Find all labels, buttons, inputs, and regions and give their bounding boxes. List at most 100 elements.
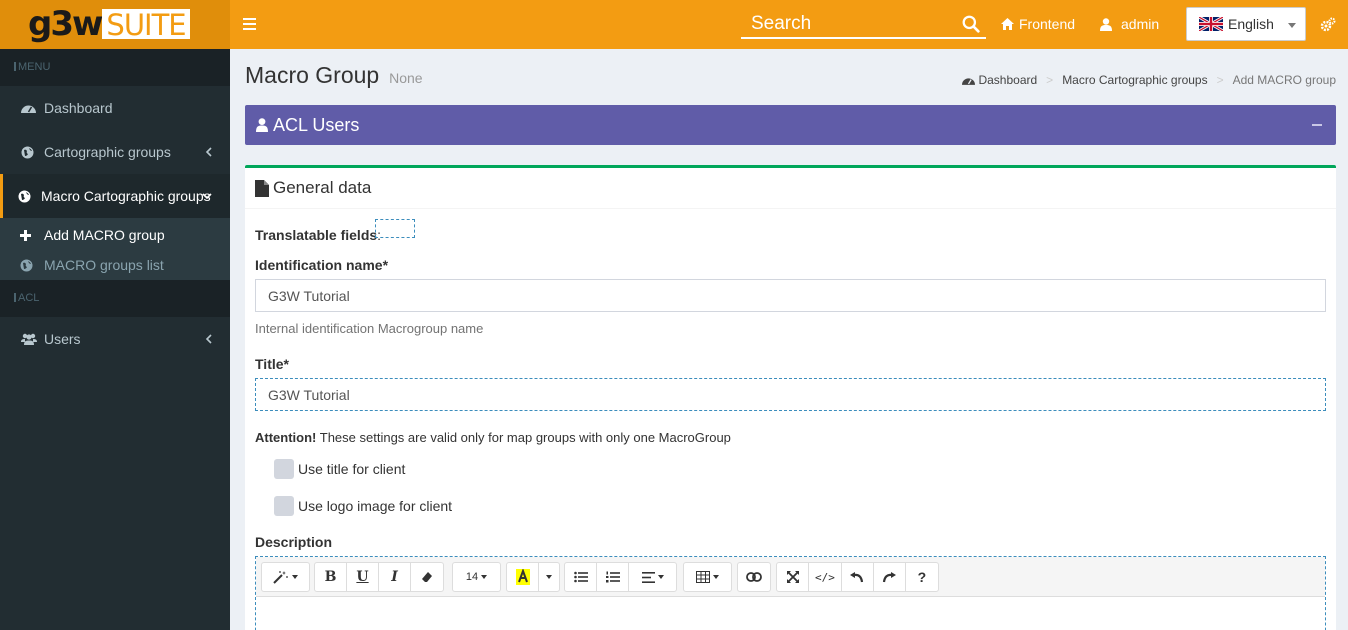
dashboard-icon [962, 77, 976, 85]
attention-bold: Attention! [255, 430, 317, 445]
identification-name-help: Internal identification Macrogroup name [255, 321, 484, 336]
dashboard-icon [21, 102, 37, 114]
link-button[interactable] [738, 563, 770, 591]
color-dropdown-button[interactable] [539, 563, 559, 591]
unordered-list-button[interactable] [565, 563, 597, 591]
title-label: Title* [255, 356, 289, 372]
frontend-link[interactable]: Frontend [1001, 16, 1075, 32]
identification-name-label: Identification name* [255, 257, 389, 273]
breadcrumb-macro-cartographic-groups[interactable]: Macro Cartographic groups [1062, 73, 1207, 87]
description-editor[interactable]: B U I 14 </> ? [255, 556, 1326, 630]
top-navbar: g3w SUITE Frontend admin English [0, 0, 1348, 49]
use-logo-checkbox-row[interactable]: Use logo image for client [274, 496, 452, 516]
sidebar-item-dashboard[interactable]: Dashboard [0, 86, 230, 130]
logo-area: g3w SUITE [0, 0, 230, 49]
breadcrumb-dashboard[interactable]: Dashboard [978, 73, 1037, 87]
general-data-header: General data [245, 168, 1336, 209]
globe-icon [18, 190, 34, 203]
gears-icon[interactable] [1320, 17, 1336, 33]
magic-wand-button[interactable] [262, 563, 309, 591]
search-icon[interactable] [962, 15, 980, 33]
identification-name-input[interactable] [255, 279, 1326, 312]
title-input[interactable] [255, 378, 1326, 411]
translatable-fields-select[interactable] [375, 219, 415, 238]
underline-button[interactable]: U [347, 563, 379, 591]
fullscreen-button[interactable] [777, 563, 809, 591]
italic-button[interactable]: I [379, 563, 411, 591]
table-group [683, 562, 732, 592]
chevron-left-icon [205, 147, 212, 157]
home-icon [1001, 18, 1014, 30]
breadcrumb: Dashboard > Macro Cartographic groups > … [962, 73, 1336, 87]
bold-button[interactable]: B [315, 563, 347, 591]
plus-icon [20, 229, 36, 241]
search-input[interactable] [751, 12, 956, 36]
globe-icon [20, 259, 36, 272]
color-group [506, 562, 560, 592]
help-button[interactable]: ? [906, 563, 938, 591]
align-left-icon [641, 571, 655, 583]
sidebar: MENU Dashboard Cartographic groups Macro… [0, 49, 230, 630]
expand-icon [786, 571, 799, 583]
table-button[interactable] [684, 563, 731, 591]
sidebar-header-acl: ACL [0, 280, 230, 317]
align-button[interactable] [629, 563, 676, 591]
info-icon [14, 293, 16, 302]
view-group: </> ? [776, 562, 939, 592]
sidebar-item-users[interactable]: Users [0, 317, 230, 361]
submenu-item-add-macro-group[interactable]: Add MACRO group [0, 220, 230, 250]
users-icon [21, 333, 37, 345]
link-icon [746, 572, 762, 582]
sidebar-item-cartographic-groups[interactable]: Cartographic groups [0, 130, 230, 174]
general-data-title: General data [273, 178, 372, 197]
sidebar-item-label: Users [44, 331, 81, 347]
submenu-item-label: Add MACRO group [44, 227, 165, 243]
frontend-label: Frontend [1019, 16, 1076, 32]
uk-flag-icon [1199, 17, 1223, 31]
undo-button[interactable] [842, 563, 874, 591]
use-title-checkbox[interactable] [274, 459, 294, 479]
text-color-button[interactable] [507, 563, 539, 591]
user-icon [1100, 17, 1112, 31]
sidebar-toggle-icon[interactable] [243, 15, 257, 33]
chevron-down-icon [202, 193, 212, 200]
table-icon [696, 571, 710, 583]
info-icon [14, 62, 16, 71]
globe-icon [21, 146, 37, 159]
use-title-checkbox-row[interactable]: Use title for client [274, 459, 405, 479]
font-style-group: B U I [314, 562, 444, 592]
page-title: Macro Group [245, 62, 380, 88]
user-icon [256, 118, 268, 132]
list-ol-icon [605, 571, 620, 583]
list-ul-icon [573, 571, 588, 583]
user-menu[interactable]: admin [1100, 16, 1159, 32]
collapse-icon[interactable] [1312, 124, 1322, 126]
language-select[interactable]: English [1186, 7, 1306, 41]
sidebar-item-label: Cartographic groups [44, 144, 171, 160]
submenu-item-macro-groups-list[interactable]: MACRO groups list [0, 250, 230, 280]
description-label: Description [255, 534, 333, 550]
sidebar-header-menu: MENU [0, 49, 230, 86]
logo-suite-text: SUITE [102, 9, 190, 40]
sidebar-item-label: Macro Cartographic groups [41, 188, 211, 204]
style-group [261, 562, 310, 592]
sidebar-item-macro-cartographic-groups[interactable]: Macro Cartographic groups [0, 174, 230, 218]
font-size-group: 14 [452, 562, 501, 592]
breadcrumb-add-macro-group: Add MACRO group [1232, 73, 1336, 87]
insert-group [737, 562, 771, 592]
use-title-label: Use title for client [298, 461, 406, 477]
sidebar-item-label: Dashboard [44, 100, 113, 116]
general-data-box: General data Translatable fields: Identi… [245, 165, 1336, 630]
ordered-list-button[interactable] [597, 563, 629, 591]
redo-icon [883, 571, 897, 582]
acl-users-box[interactable]: ACL Users [245, 105, 1336, 145]
editor-toolbar: B U I 14 </> ? [256, 557, 1325, 597]
code-view-button[interactable]: </> [809, 563, 842, 591]
redo-button[interactable] [874, 563, 906, 591]
search-bar [741, 10, 986, 39]
eraser-button[interactable] [411, 563, 443, 591]
paragraph-group [564, 562, 677, 592]
g3w-suite-logo[interactable]: g3w SUITE [28, 7, 190, 41]
font-size-button[interactable]: 14 [453, 563, 500, 591]
use-logo-checkbox[interactable] [274, 496, 294, 516]
